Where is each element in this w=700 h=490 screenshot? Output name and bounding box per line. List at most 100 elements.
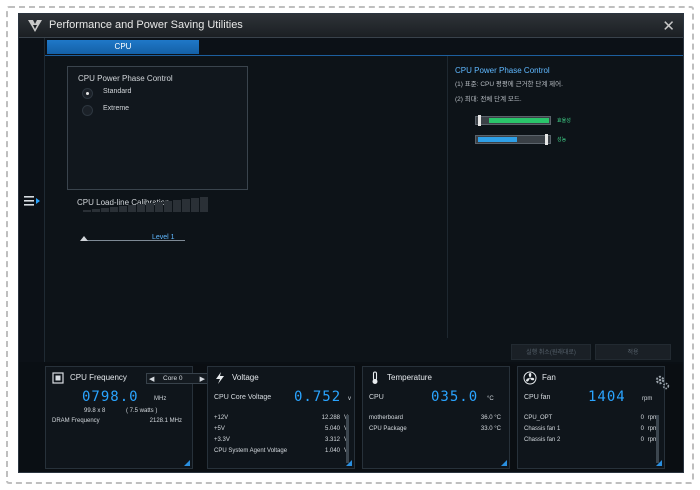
cpu-fan-unit: rpm	[642, 396, 653, 402]
temperature-row-label: motherboard	[369, 415, 404, 421]
temperature-row-value: 33.0 °C	[480, 426, 501, 432]
cpu-core-voltage-label: CPU Core Voltage	[214, 394, 272, 401]
cpu-frequency-panel: CPU Frequency ◀ Core 0 ▶ 0798.0 MHz 99.8…	[45, 366, 208, 469]
llc-level-label: Level 1	[152, 234, 175, 241]
voltage-row-label: +5V	[214, 426, 225, 432]
chip-icon	[52, 372, 64, 384]
tuf-logo-icon	[28, 20, 42, 32]
efficiency-bar-fill	[489, 118, 549, 123]
cpu-temperature-unit: °C	[487, 396, 494, 402]
llc-bar	[155, 202, 163, 212]
voltage-panel: Voltage CPU Core Voltage 0.752 v +12V 12…	[207, 366, 355, 469]
voltage-scrollbar[interactable]	[346, 415, 349, 463]
phase-control-group: CPU Power Phase Control Standard Extreme	[67, 66, 248, 190]
expand-corner-icon[interactable]	[346, 460, 352, 466]
voltage-title: Voltage	[232, 373, 259, 382]
performance-bar-fill	[478, 137, 517, 142]
main-content: CPU Power Phase Control Standard Extreme…	[45, 56, 683, 362]
voltage-row-label: CPU System Agent Voltage	[214, 448, 288, 454]
core-prev-icon[interactable]: ◀	[149, 375, 154, 383]
expand-corner-icon[interactable]	[184, 460, 190, 466]
tab-cpu[interactable]: CPU	[47, 40, 199, 54]
voltage-row-value: 12.288	[321, 415, 340, 421]
help-line-1: (1) 표준: CPU 평평에 근거한 단계 제어.	[455, 81, 563, 88]
efficiency-bar-knob	[478, 115, 481, 126]
voltage-row-value: 3.312	[324, 437, 340, 443]
llc-bar	[200, 197, 208, 212]
temperature-panel: Temperature CPU 035.0 °C motherboard 36.…	[362, 366, 510, 469]
fan-scrollbar[interactable]	[656, 415, 659, 463]
efficiency-label: 효율성	[557, 118, 571, 124]
fan-row-value: 0	[640, 426, 644, 432]
cpu-frequency-value: 0798.0	[82, 389, 139, 405]
phase-control-title: CPU Power Phase Control	[78, 74, 173, 83]
llc-bar	[173, 200, 181, 212]
llc-bar	[92, 209, 100, 212]
cpu-temperature-label: CPU	[369, 394, 384, 401]
llc-bar	[83, 210, 91, 212]
close-icon[interactable]: ✕	[662, 17, 675, 35]
llc-bar	[137, 204, 145, 212]
cpu-temperature-value: 035.0	[431, 389, 479, 405]
fan-row-value: 0	[640, 437, 644, 443]
cpu-core-voltage-unit: v	[348, 396, 351, 402]
dram-frequency-label: DRAM Frequency	[52, 418, 100, 424]
window-title: Performance and Power Saving Utilities	[49, 19, 243, 31]
radio-extreme-label: Extreme	[103, 105, 130, 112]
llc-bar	[128, 205, 136, 212]
llc-bar	[182, 199, 190, 212]
sidebar	[19, 38, 45, 362]
voltage-row-label: +12V	[214, 415, 229, 421]
undo-button[interactable]: 실행 취소(원래대로)	[511, 344, 591, 360]
efficiency-bar	[475, 115, 551, 126]
radio-standard-label: Standard	[103, 88, 132, 95]
radio-standard-button[interactable]	[82, 88, 93, 99]
cpu-core-voltage-value: 0.752	[294, 389, 342, 405]
core-next-icon[interactable]: ▶	[200, 375, 205, 383]
fan-row-label: Chassis fan 1	[524, 426, 561, 432]
thermometer-icon	[372, 371, 378, 384]
tab-bar: CPU	[45, 38, 683, 56]
performance-bar-knob	[545, 134, 548, 145]
title-bar: Performance and Power Saving Utilities ✕	[19, 14, 683, 38]
temperature-row-value: 36.0 °C	[480, 415, 501, 421]
app-window: Performance and Power Saving Utilities ✕…	[18, 13, 684, 473]
cpu-watts: ( 7.5 watts )	[126, 408, 158, 414]
core-select-value: Core 0	[163, 375, 183, 382]
radio-extreme-button[interactable]	[82, 105, 93, 116]
content-divider	[447, 56, 448, 338]
cpu-fan-value: 1404	[588, 389, 626, 405]
monitor-bar: CPU Frequency ◀ Core 0 ▶ 0798.0 MHz 99.8…	[45, 364, 683, 470]
llc-slider-thumb[interactable]	[80, 236, 88, 241]
cpu-frequency-title: CPU Frequency	[70, 373, 127, 382]
core-select[interactable]: ◀ Core 0 ▶	[146, 373, 208, 384]
llc-bar	[191, 198, 199, 212]
cpu-ratio: 99.8 x 8	[84, 408, 106, 414]
menu-expand-icon[interactable]	[23, 193, 41, 209]
performance-bar	[475, 134, 551, 145]
cpu-fan-label: CPU fan	[524, 394, 551, 401]
voltage-row-label: +3.3V	[214, 437, 230, 443]
llc-bar	[119, 206, 127, 212]
dram-frequency-value: 2128.1 MHz	[149, 418, 182, 424]
fan-icon	[523, 371, 537, 385]
gear-icon[interactable]	[653, 373, 671, 391]
llc-bar	[146, 203, 154, 212]
voltage-row-value: 5.040	[324, 426, 340, 432]
fan-row-label: CPU_OPT	[524, 415, 553, 421]
temperature-row-label: CPU Package	[369, 426, 407, 432]
temperature-title: Temperature	[387, 373, 432, 382]
apply-button[interactable]: 적용	[595, 344, 671, 360]
lightning-icon	[216, 372, 224, 384]
performance-label: 성능	[557, 137, 567, 143]
fan-row-label: Chassis fan 2	[524, 437, 561, 443]
help-line-2: (2) 최대: 전체 단계 모드.	[455, 96, 522, 103]
help-title: CPU Power Phase Control	[455, 66, 550, 75]
expand-corner-icon[interactable]	[656, 460, 662, 466]
llc-bar	[110, 207, 118, 212]
cpu-frequency-unit: MHz	[154, 396, 167, 402]
fan-title: Fan	[542, 373, 556, 382]
voltage-row-value: 1.040	[324, 448, 340, 454]
expand-corner-icon[interactable]	[501, 460, 507, 466]
llc-bar	[164, 201, 172, 212]
